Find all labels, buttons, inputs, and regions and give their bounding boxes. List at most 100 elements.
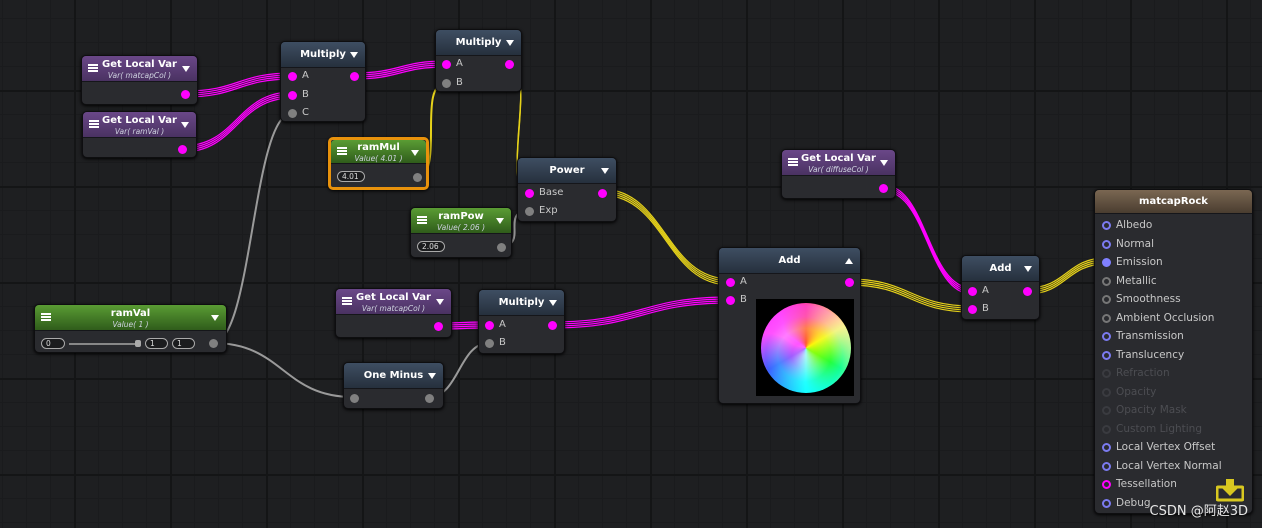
dropdown-arrow-icon[interactable]	[549, 300, 557, 306]
output-port-metallic[interactable]: Metallic	[1095, 272, 1252, 291]
node-header[interactable]: Get Local Var Var( diffuseCol )	[782, 150, 895, 176]
node-header[interactable]: ramMul Value( 4.01 )	[331, 140, 426, 164]
value-field[interactable]: 1	[145, 338, 168, 349]
dropdown-arrow-icon[interactable]	[411, 150, 419, 156]
output-pin[interactable]	[181, 90, 190, 99]
get-local-var-node-matcapcol-2[interactable]: Get Local Var Var( matcapCol )	[335, 288, 452, 338]
ram-mul-value-node[interactable]: ramMul Value( 4.01 ) 4.01	[328, 137, 429, 190]
port-pin[interactable]	[1102, 461, 1111, 471]
node-header[interactable]: Add	[719, 248, 860, 274]
save-download-icon[interactable]	[1216, 478, 1244, 502]
output-port-translucency[interactable]: Translucency	[1095, 346, 1252, 365]
dropdown-arrow-icon[interactable]	[496, 218, 504, 224]
node-header[interactable]: matcapRock	[1095, 190, 1252, 214]
multiply-node-3[interactable]: Multiply A B	[478, 289, 565, 354]
dropdown-arrow-icon[interactable]	[601, 168, 609, 174]
output-port-transmission[interactable]: Transmission	[1095, 327, 1252, 346]
output-port-local-vertex-offset[interactable]: Local Vertex Offset	[1095, 438, 1252, 457]
node-header[interactable]: One Minus	[344, 363, 443, 389]
input-pin-c[interactable]	[288, 109, 297, 118]
port-pin[interactable]	[1102, 424, 1111, 434]
node-header[interactable]: Get Local Var Var( ramVal )	[83, 112, 196, 138]
port-pin[interactable]	[1102, 350, 1111, 360]
menu-icon[interactable]	[89, 120, 99, 128]
port-pin[interactable]	[1102, 239, 1111, 249]
input-pin-exp[interactable]	[525, 207, 534, 216]
menu-icon[interactable]	[788, 158, 798, 166]
output-pin[interactable]	[497, 243, 506, 252]
output-pin[interactable]	[1023, 287, 1032, 296]
output-port-refraction[interactable]: Refraction	[1095, 364, 1252, 383]
output-pin[interactable]	[413, 173, 422, 182]
input-pin-b[interactable]	[968, 305, 977, 314]
output-port-opacity-mask[interactable]: Opacity Mask	[1095, 401, 1252, 420]
menu-icon[interactable]	[342, 297, 352, 305]
port-pin[interactable]	[1102, 480, 1111, 489]
output-pin[interactable]	[548, 321, 557, 330]
output-port-local-vertex-normal[interactable]: Local Vertex Normal	[1095, 457, 1252, 476]
output-port-emission[interactable]: Emission	[1095, 253, 1252, 272]
one-minus-node[interactable]: One Minus	[343, 362, 444, 409]
port-pin[interactable]	[1102, 276, 1111, 286]
multiply-node-2[interactable]: Multiply A B	[435, 29, 522, 92]
port-pin[interactable]	[1102, 406, 1111, 415]
dropdown-arrow-icon[interactable]	[1024, 266, 1032, 272]
input-pin-b[interactable]	[485, 339, 494, 348]
output-port-ambient-occlusion[interactable]: Ambient Occlusion	[1095, 309, 1252, 328]
input-pin-a[interactable]	[442, 60, 451, 69]
output-port-custom-lighting[interactable]: Custom Lighting	[1095, 420, 1252, 439]
input-pin-b[interactable]	[726, 296, 735, 305]
port-pin[interactable]	[1102, 295, 1111, 304]
input-pin-a[interactable]	[288, 72, 297, 81]
port-pin[interactable]	[1102, 332, 1111, 341]
input-pin-a[interactable]	[968, 287, 977, 296]
collapse-arrow-icon[interactable]	[845, 258, 853, 264]
dropdown-arrow-icon[interactable]	[428, 373, 436, 379]
menu-icon[interactable]	[417, 216, 427, 224]
multiply-node-1[interactable]: Multiply A B C	[280, 41, 366, 122]
value-slider-track[interactable]	[69, 343, 139, 345]
input-pin-b[interactable]	[288, 91, 297, 100]
node-header[interactable]: ramPow Value( 2.06 )	[411, 208, 511, 234]
ram-pow-value-node[interactable]: ramPow Value( 2.06 ) 2.06	[410, 207, 512, 258]
dropdown-arrow-icon[interactable]	[182, 66, 190, 72]
dropdown-arrow-icon[interactable]	[506, 40, 514, 46]
output-port-normal[interactable]: Normal	[1095, 235, 1252, 254]
port-pin[interactable]	[1102, 258, 1111, 267]
dropdown-arrow-icon[interactable]	[211, 315, 219, 321]
dropdown-arrow-icon[interactable]	[350, 52, 358, 58]
get-local-var-node-diffusecol[interactable]: Get Local Var Var( diffuseCol )	[781, 149, 896, 199]
output-pin[interactable]	[879, 184, 888, 193]
node-header[interactable]: Get Local Var Var( matcapCol )	[82, 56, 197, 82]
node-header[interactable]: ramVal Value( 1 )	[35, 305, 226, 331]
node-header[interactable]: Get Local Var Var( matcapCol )	[336, 289, 451, 315]
dropdown-arrow-icon[interactable]	[181, 122, 189, 128]
port-pin[interactable]	[1102, 443, 1111, 452]
node-header[interactable]: Multiply	[281, 42, 365, 68]
input-pin-a[interactable]	[485, 321, 494, 330]
node-header[interactable]: Power	[518, 158, 616, 184]
port-pin[interactable]	[1102, 313, 1111, 323]
menu-icon[interactable]	[337, 147, 347, 155]
power-node[interactable]: Power Base Exp	[517, 157, 617, 222]
input-pin[interactable]	[350, 394, 359, 403]
dropdown-arrow-icon[interactable]	[880, 160, 888, 166]
get-local-var-node-matcapcol[interactable]: Get Local Var Var( matcapCol )	[81, 55, 198, 105]
output-pin[interactable]	[434, 322, 443, 331]
input-pin-b[interactable]	[442, 79, 451, 88]
port-pin[interactable]	[1102, 221, 1111, 230]
input-pin-base[interactable]	[525, 189, 534, 198]
matcaprock-output-node[interactable]: matcapRock Albedo Normal Emission Metallic S…	[1094, 189, 1253, 514]
dropdown-arrow-icon[interactable]	[436, 299, 444, 305]
port-pin[interactable]	[1102, 498, 1111, 508]
output-port-opacity[interactable]: Opacity	[1095, 383, 1252, 402]
node-header[interactable]: Add	[962, 256, 1039, 282]
max-field[interactable]: 1	[172, 338, 195, 349]
output-pin[interactable]	[209, 339, 218, 348]
port-pin[interactable]	[1102, 369, 1111, 378]
value-field[interactable]: 4.01	[337, 171, 365, 182]
output-port-albedo[interactable]: Albedo	[1095, 216, 1252, 235]
input-pin-a[interactable]	[726, 278, 735, 287]
menu-icon[interactable]	[88, 64, 98, 72]
output-port-smoothness[interactable]: Smoothness	[1095, 290, 1252, 309]
